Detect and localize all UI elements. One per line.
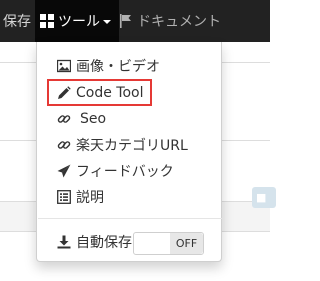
caret-down-icon xyxy=(103,20,111,24)
send-icon xyxy=(57,164,71,178)
menu-item-label: Seo xyxy=(80,111,107,127)
tools-label: ツール xyxy=(58,14,100,30)
autosave-item: 自動保存 xyxy=(37,229,137,255)
flag-icon xyxy=(120,14,131,28)
docs-menu[interactable]: ドキュメント xyxy=(120,0,221,42)
link-icon xyxy=(57,141,71,149)
image-icon xyxy=(57,59,71,73)
menu-item-label: フィードバック xyxy=(76,164,174,180)
top-navbar: 保存 ツール ドキュメント xyxy=(0,0,270,42)
menu-item-label: 画像・ビデオ xyxy=(76,59,160,75)
save-label: 保存 xyxy=(3,14,31,30)
menu-item-description[interactable]: 説明 xyxy=(37,184,221,210)
docs-label: ドキュメント xyxy=(137,14,221,30)
tools-menu-toggle[interactable]: ツール xyxy=(35,0,119,42)
menu-item-label: 楽天カテゴリURL xyxy=(76,138,188,154)
menu-item-rakuten-category-url[interactable]: 楽天カテゴリURL xyxy=(37,132,221,158)
menu-item-image-video[interactable]: 画像・ビデオ xyxy=(37,53,221,79)
autosave-toggle[interactable]: OFF xyxy=(133,232,204,255)
menu-item-feedback[interactable]: フィードバック xyxy=(37,158,221,184)
status-badge: ■ xyxy=(252,187,276,208)
menu-item-label: 説明 xyxy=(76,190,104,206)
save-menu[interactable]: 保存 xyxy=(3,0,31,42)
code-tool-highlight-box xyxy=(47,79,152,106)
autosave-label: 自動保存 xyxy=(76,235,132,251)
tools-dropdown-menu: 画像・ビデオ Code Tool Seo 楽天カテゴリURL フィードバック 説… xyxy=(36,42,222,262)
toggle-knob xyxy=(134,233,171,254)
list-icon xyxy=(57,190,71,204)
toggle-state-label: OFF xyxy=(170,233,203,254)
link-icon xyxy=(57,115,71,123)
menu-item-seo[interactable]: Seo xyxy=(37,106,221,132)
grid-icon xyxy=(40,14,54,28)
download-icon xyxy=(57,235,71,249)
menu-divider xyxy=(38,218,222,219)
